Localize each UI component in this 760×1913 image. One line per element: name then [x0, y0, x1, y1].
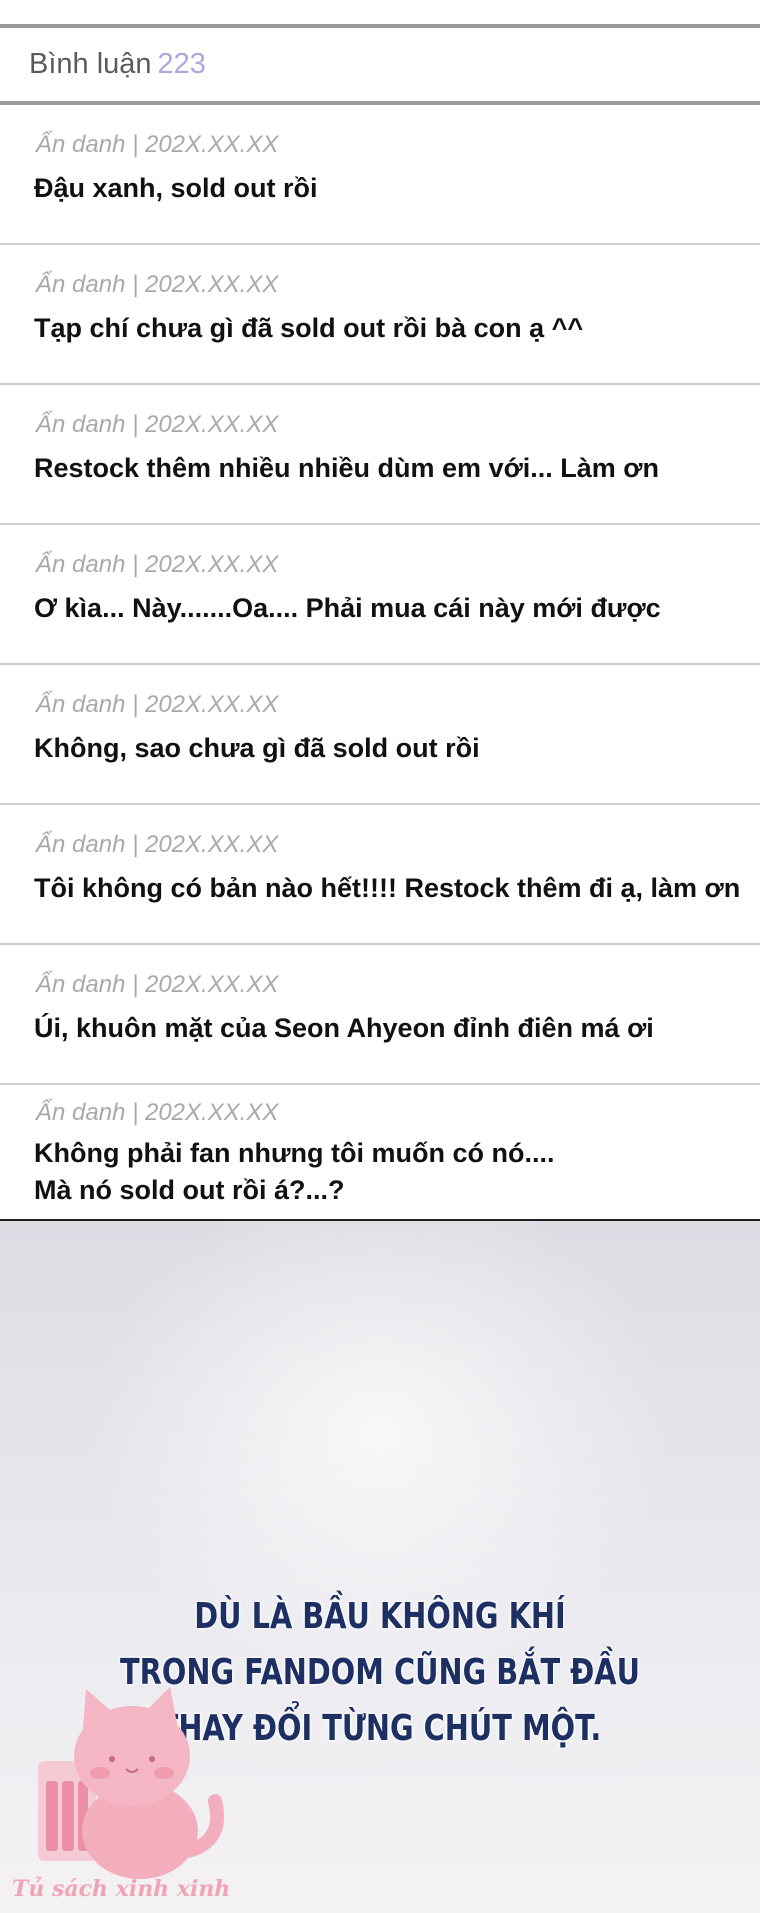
comments-header: Bình luận 223 — [0, 28, 760, 103]
comment-item: Ẩn danh | 202X.XX.XX Ơ kìa... Này.......… — [0, 525, 760, 665]
comment-text: Không, sao chưa gì đã sold out rồi — [34, 733, 480, 763]
comment-item: Ẩn danh | 202X.XX.XX Đậu xanh, sold out … — [0, 105, 760, 245]
comment-meta: Ẩn danh | 202X.XX.XX — [36, 271, 279, 298]
watermark-text: Tủ sách xinh xinh — [12, 1876, 231, 1902]
comment-text: Không phải fan nhưng tôi muốn có nó.... … — [34, 1135, 734, 1209]
comment-text-line: Không phải fan nhưng tôi muốn có nó.... — [34, 1138, 555, 1168]
comments-title: Bình luận 223 — [29, 48, 206, 81]
comment-text: Ơ kìa... Này.......Oa.... Phải mua cái n… — [34, 593, 661, 623]
comment-item: Ẩn danh | 202X.XX.XX Không phải fan nhưn… — [0, 1085, 760, 1219]
comment-meta: Ẩn danh | 202X.XX.XX — [36, 411, 279, 438]
caption-line: DÙ LÀ BẦU KHÔNG KHÍ — [194, 1596, 566, 1637]
comment-text: Restock thêm nhiều nhiều dùm em với... L… — [34, 453, 659, 483]
comment-text: Tạp chí chưa gì đã sold out rồi bà con ạ… — [34, 313, 584, 343]
comment-text: Úi, khuôn mặt của Seon Ahyeon đỉnh điên … — [34, 1013, 654, 1043]
comment-item: Ẩn danh | 202X.XX.XX Tạp chí chưa gì đã … — [0, 245, 760, 385]
comment-text: Tôi không có bản nào hết!!!! Restock thê… — [34, 873, 741, 903]
comments-count: 223 — [157, 48, 206, 80]
comments-title-label: Bình luận — [29, 48, 152, 80]
comment-meta: Ẩn danh | 202X.XX.XX — [36, 551, 279, 578]
comment-text-line: Mà nó sold out rồi á?...? — [34, 1175, 345, 1205]
comment-meta: Ẩn danh | 202X.XX.XX — [36, 131, 279, 158]
comment-meta: Ẩn danh | 202X.XX.XX — [36, 831, 279, 858]
comment-meta: Ẩn danh | 202X.XX.XX — [36, 1099, 279, 1126]
comment-text: Đậu xanh, sold out rồi — [34, 173, 318, 203]
comment-item: Ẩn danh | 202X.XX.XX Tôi không có bản nà… — [0, 805, 760, 945]
comment-item: Ẩn danh | 202X.XX.XX Không, sao chưa gì … — [0, 665, 760, 805]
comment-meta: Ẩn danh | 202X.XX.XX — [36, 691, 279, 718]
comment-meta: Ẩn danh | 202X.XX.XX — [36, 971, 279, 998]
comic-panel: DÙ LÀ BẦU KHÔNG KHÍ TRONG FANDOM CŨNG BẮ… — [0, 1221, 760, 1913]
comment-item: Ẩn danh | 202X.XX.XX Restock thêm nhiều … — [0, 385, 760, 525]
comment-item: Ẩn danh | 202X.XX.XX Úi, khuôn mặt của S… — [0, 945, 760, 1085]
